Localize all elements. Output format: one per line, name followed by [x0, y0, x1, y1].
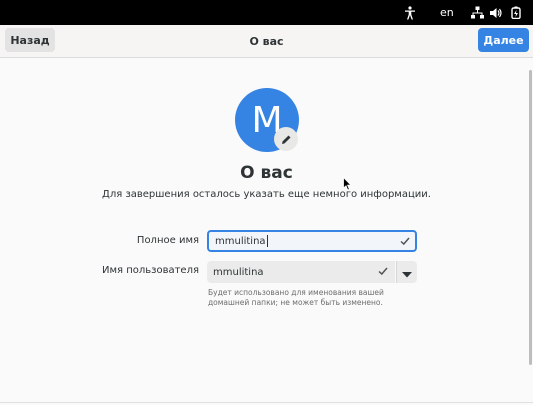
power-icon[interactable] — [510, 0, 522, 25]
username-dropdown-button[interactable] — [396, 261, 417, 283]
volume-icon[interactable] — [490, 0, 503, 25]
keyboard-language-indicator[interactable]: en — [440, 0, 454, 25]
pencil-icon — [281, 130, 292, 149]
username-label: Имя пользователя — [101, 265, 199, 276]
avatar-edit-button[interactable] — [274, 127, 298, 151]
system-top-bar: en — [0, 0, 533, 25]
page-subtitle: Для завершения осталось указать еще немн… — [102, 189, 431, 200]
chevron-down-icon — [402, 263, 412, 282]
checkmark-icon — [377, 265, 389, 280]
text-caret — [266, 235, 268, 247]
scrollbar[interactable] — [529, 70, 532, 365]
header-title: О вас — [249, 34, 284, 48]
accessibility-icon[interactable] — [404, 0, 416, 25]
fullname-label: Полное имя — [136, 235, 199, 246]
checkmark-icon — [399, 235, 411, 250]
username-input[interactable]: mmulitina — [207, 261, 395, 283]
back-button[interactable]: Назад — [5, 28, 55, 52]
next-button[interactable]: Далее — [478, 28, 529, 52]
page-title: О вас — [240, 163, 293, 183]
username-value: mmulitina — [213, 266, 264, 278]
mouse-pointer-icon — [343, 176, 352, 195]
divider — [0, 402, 533, 403]
username-hint: Будет использовано для именования вашей … — [208, 288, 384, 307]
fullname-value: mmulitina — [215, 235, 266, 247]
header-bar: Назад О вас Далее — [0, 25, 533, 58]
fullname-input[interactable]: mmulitina — [207, 230, 417, 252]
network-icon[interactable] — [471, 0, 484, 25]
